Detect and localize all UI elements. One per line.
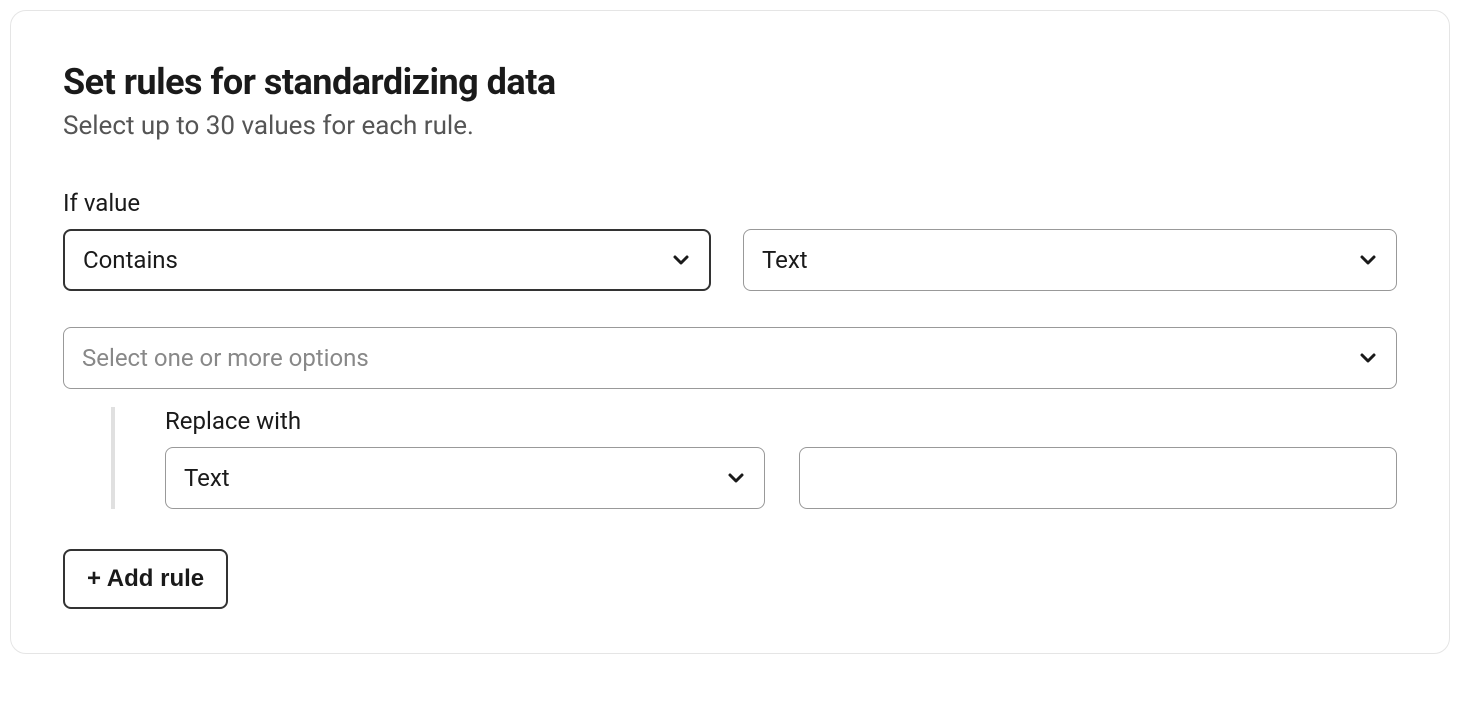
add-rule-button-label: + Add rule bbox=[87, 565, 204, 593]
indent-line bbox=[111, 407, 115, 509]
replace-type-select-value: Text bbox=[184, 464, 230, 492]
replace-with-label: Replace with bbox=[165, 407, 1397, 435]
condition-select[interactable]: Contains bbox=[63, 229, 711, 291]
replace-section: Replace with Text bbox=[63, 407, 1397, 509]
multiselect-placeholder: Select one or more options bbox=[82, 344, 369, 372]
replace-row: Text bbox=[165, 447, 1397, 509]
add-rule-button[interactable]: + Add rule bbox=[63, 549, 228, 609]
values-multiselect[interactable]: Select one or more options bbox=[63, 327, 1397, 389]
if-value-label: If value bbox=[63, 189, 1397, 217]
rules-card: Set rules for standardizing data Select … bbox=[10, 10, 1450, 654]
chevron-down-icon bbox=[1356, 248, 1380, 272]
condition-row: Contains Text bbox=[63, 229, 1397, 291]
chevron-down-icon bbox=[1356, 346, 1380, 370]
card-title: Set rules for standardizing data bbox=[63, 61, 1397, 103]
type-select-value: Text bbox=[762, 246, 808, 274]
chevron-down-icon bbox=[724, 466, 748, 490]
replace-value-input[interactable] bbox=[799, 447, 1397, 509]
type-select[interactable]: Text bbox=[743, 229, 1397, 291]
condition-select-value: Contains bbox=[83, 246, 178, 274]
replace-content: Replace with Text bbox=[165, 407, 1397, 509]
chevron-down-icon bbox=[669, 248, 693, 272]
card-subtitle: Select up to 30 values for each rule. bbox=[63, 111, 1397, 141]
replace-type-select[interactable]: Text bbox=[165, 447, 765, 509]
